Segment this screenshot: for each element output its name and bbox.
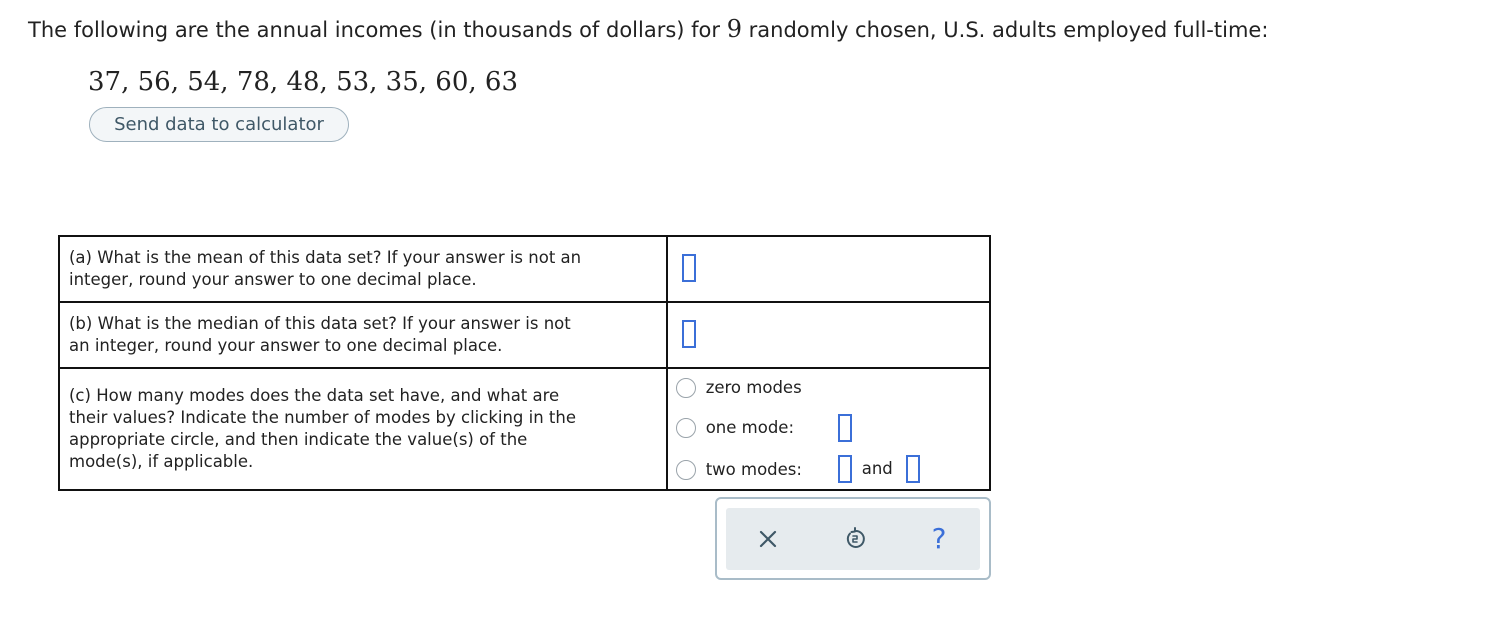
- two-modes-first-value-input[interactable]: [837, 455, 852, 483]
- question-c-line-4: mode(s), if applicable.: [69, 452, 254, 471]
- zero-modes-option: zero modes: [675, 375, 802, 401]
- question-a-cell: (a) What is the mean of this data set? I…: [58, 235, 668, 303]
- question-b-line-2: an integer, round your answer to one dec…: [69, 336, 503, 355]
- answer-a-cell: [665, 235, 992, 303]
- zero-modes-label: zero modes: [705, 378, 802, 397]
- x-icon: [759, 530, 777, 548]
- data-values: 37, 56, 54, 78, 48, 53, 35, 60, 63: [88, 67, 518, 97]
- question-c-line-2: their values? Indicate the number of mod…: [69, 408, 577, 427]
- question-b-line-1: (b) What is the median of this data set?…: [69, 314, 571, 333]
- zero-modes-radio[interactable]: [675, 378, 696, 398]
- question-b-cell: (b) What is the median of this data set?…: [58, 301, 668, 369]
- two-modes-radio[interactable]: [675, 460, 696, 480]
- answer-toolbar: ?: [715, 497, 991, 580]
- question-row-b: (b) What is the median of this data set?…: [58, 301, 992, 369]
- one-mode-label: one mode:: [705, 418, 795, 437]
- undo-button[interactable]: [838, 522, 872, 556]
- question-c-line-3: appropriate circle, and then indicate th…: [69, 430, 528, 449]
- undo-icon: [846, 527, 865, 548]
- two-modes-option: two modes:: [675, 457, 802, 483]
- answer-b-cell: [665, 301, 992, 369]
- one-mode-value-input[interactable]: [837, 414, 852, 442]
- answer-c-cell: zero modes one mode: two modes: and: [665, 367, 992, 491]
- statement-text-after: randomly chosen, U.S. adults employed fu…: [741, 18, 1269, 42]
- one-mode-radio[interactable]: [675, 418, 696, 438]
- question-row-c: (c) How many modes does the data set hav…: [58, 367, 992, 491]
- send-data-to-calculator-button[interactable]: Send data to calculator: [89, 107, 349, 142]
- clear-button[interactable]: [751, 522, 785, 556]
- statement-text-before: The following are the annual incomes (in…: [28, 18, 727, 42]
- question-a-line-2: integer, round your answer to one decima…: [69, 270, 477, 289]
- and-label: and: [861, 459, 893, 478]
- one-mode-option: one mode:: [675, 415, 795, 441]
- question-table: (a) What is the mean of this data set? I…: [58, 235, 992, 491]
- question-icon: ?: [931, 522, 947, 555]
- problem-statement: The following are the annual incomes (in…: [28, 12, 1268, 47]
- question-c-cell: (c) How many modes does the data set hav…: [58, 367, 668, 491]
- mean-answer-input[interactable]: [681, 254, 696, 282]
- help-button[interactable]: ?: [922, 522, 956, 556]
- two-modes-second-value-input[interactable]: [905, 455, 920, 483]
- question-row-a: (a) What is the mean of this data set? I…: [58, 235, 992, 303]
- question-a-line-1: (a) What is the mean of this data set? I…: [69, 248, 582, 267]
- median-answer-input[interactable]: [681, 320, 696, 348]
- sample-size: 9: [726, 15, 742, 43]
- two-modes-label: two modes:: [705, 460, 802, 479]
- answer-toolbar-panel: ?: [726, 508, 980, 570]
- question-c-line-1: (c) How many modes does the data set hav…: [69, 386, 560, 405]
